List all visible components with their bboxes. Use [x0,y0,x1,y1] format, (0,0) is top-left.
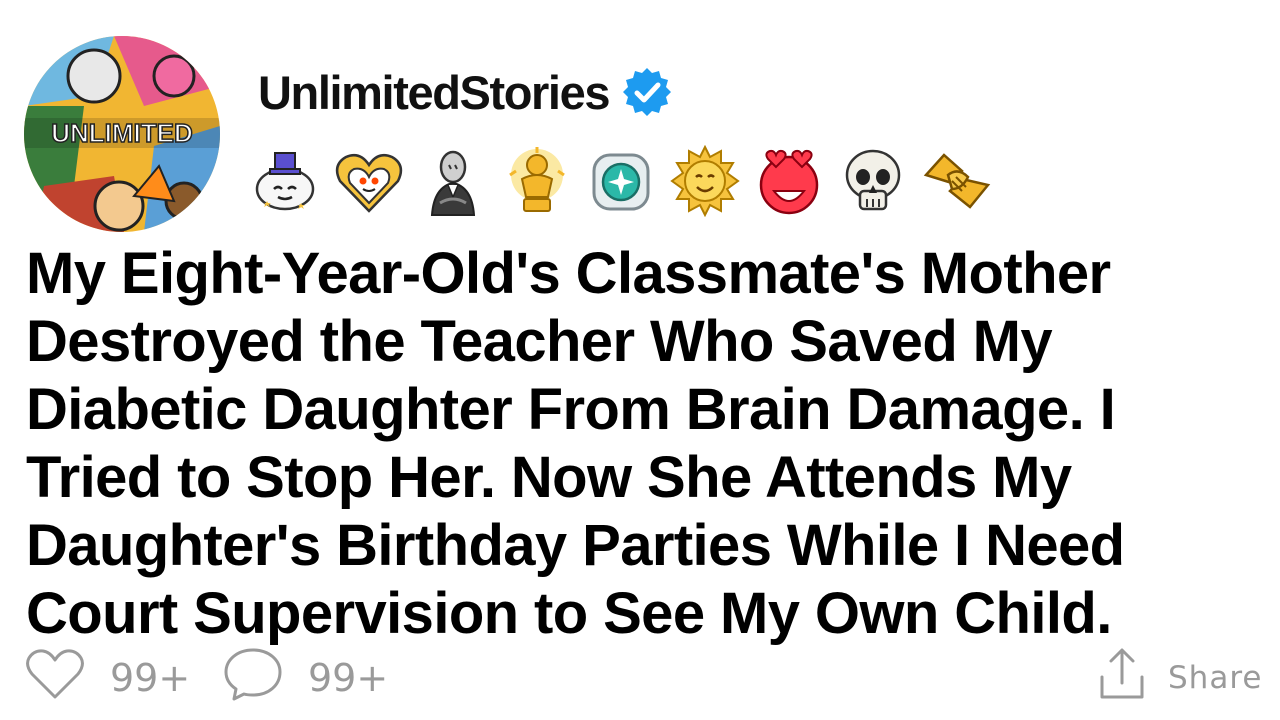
comment-count: 99+ [308,656,389,700]
bow-award-icon[interactable] [418,145,488,217]
post-title: My Eight-Year-Old's Classmate's Mother D… [26,241,1125,646]
verified-badge-icon [621,66,673,118]
heart-eyes-award-icon[interactable] [334,145,404,217]
heart-icon [24,647,86,710]
comment-icon [222,646,284,711]
awards-row [250,145,1006,217]
platinum-award-icon[interactable] [586,145,656,217]
comment-button[interactable]: 99+ [222,648,388,708]
wholesome-award-icon[interactable] [250,145,320,217]
skull-award-icon[interactable] [838,145,908,217]
handshake-award-icon[interactable] [922,145,992,217]
gold-award-icon[interactable] [502,145,572,217]
avatar-text: UNLIMITED [51,118,193,148]
username[interactable]: UnlimitedStories [258,65,610,120]
share-label: Share [1168,660,1263,696]
sun-award-icon[interactable] [670,145,740,217]
like-button[interactable]: 99+ [24,648,190,708]
share-icon [1098,647,1146,710]
hearts-award-icon[interactable] [754,145,824,217]
user-header: UnlimitedStories [258,62,673,122]
like-count: 99+ [110,656,191,700]
post-actions: 99+ 99+ Share [0,648,1280,708]
share-button[interactable]: Share [1098,648,1262,708]
avatar[interactable]: UNLIMITED [24,36,220,232]
